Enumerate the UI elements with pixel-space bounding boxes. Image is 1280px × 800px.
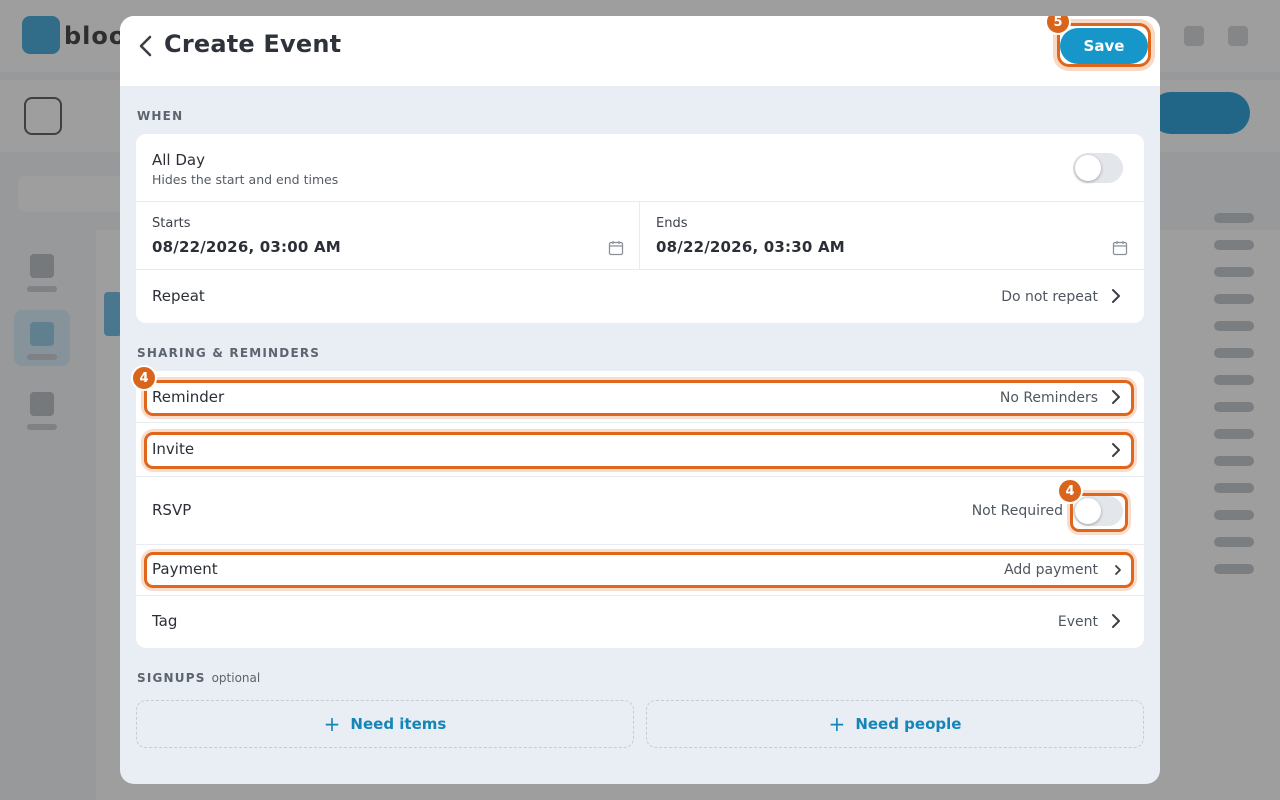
rsvp-value: Not Required — [971, 503, 1063, 519]
ends-field[interactable]: Ends 08/22/2026, 03:30 AM — [640, 202, 1144, 270]
back-button[interactable] — [132, 32, 160, 60]
ends-value: 08/22/2026, 03:30 AM — [656, 238, 845, 256]
when-card: All Day Hides the start and end times St… — [136, 134, 1144, 323]
save-button[interactable]: Save — [1060, 28, 1148, 64]
rsvp-row: RSVP Not Required — [136, 477, 1144, 545]
payment-row[interactable]: Payment Add payment — [136, 545, 1144, 596]
need-people-label: Need people — [855, 715, 962, 733]
calendar-icon[interactable] — [608, 240, 624, 256]
date-range-row: Starts 08/22/2026, 03:00 AM Ends 08/22/2… — [136, 202, 1144, 270]
all-day-label: All Day — [152, 151, 205, 169]
modal-title: Create Event — [164, 30, 342, 58]
starts-field[interactable]: Starts 08/22/2026, 03:00 AM — [136, 202, 640, 270]
starts-label: Starts — [152, 216, 191, 231]
step-badge: 4 — [131, 365, 157, 391]
signups-label: SIGNUPS — [137, 671, 206, 685]
starts-value: 08/22/2026, 03:00 AM — [152, 238, 341, 256]
all-day-toggle[interactable] — [1073, 153, 1123, 183]
reminder-label: Reminder — [152, 388, 225, 406]
tag-label: Tag — [152, 612, 178, 630]
payment-value: Add payment — [1004, 562, 1098, 578]
invite-row[interactable]: Invite — [136, 423, 1144, 477]
section-label-sharing: SHARING & REMINDERS — [137, 346, 321, 360]
repeat-row[interactable]: Repeat Do not repeat — [136, 270, 1144, 323]
modal-header: Create Event Save 5 — [120, 16, 1160, 86]
repeat-label: Repeat — [152, 287, 205, 305]
chevron-right-icon — [1109, 440, 1123, 460]
all-day-sublabel: Hides the start and end times — [152, 172, 339, 187]
chevron-right-icon — [1109, 611, 1123, 631]
calendar-icon[interactable] — [1112, 240, 1128, 256]
chevron-right-icon — [1111, 560, 1125, 580]
need-people-button[interactable]: + Need people — [646, 700, 1144, 748]
ends-label: Ends — [656, 216, 688, 231]
need-items-label: Need items — [350, 715, 447, 733]
plus-icon: + — [323, 712, 341, 736]
rsvp-label: RSVP — [152, 501, 192, 519]
reminder-row[interactable]: Reminder No Reminders — [136, 371, 1144, 423]
payment-label: Payment — [152, 560, 218, 578]
rsvp-toggle[interactable] — [1073, 496, 1123, 526]
chevron-right-icon — [1109, 387, 1123, 407]
create-event-modal: Create Event Save 5 WHEN All Day Hides t… — [120, 16, 1160, 784]
invite-label: Invite — [152, 440, 195, 458]
need-items-button[interactable]: + Need items — [136, 700, 634, 748]
section-label-when: WHEN — [137, 109, 184, 123]
reminder-value: No Reminders — [999, 390, 1098, 406]
chevron-left-icon — [139, 35, 152, 57]
repeat-value: Do not repeat — [1001, 289, 1098, 305]
signups-optional-label: optional — [211, 671, 261, 685]
sharing-card: Reminder No Reminders Invite RSVP Not Re… — [136, 371, 1144, 648]
chevron-right-icon — [1109, 286, 1123, 306]
step-badge: 4 — [1057, 478, 1083, 504]
plus-icon: + — [828, 712, 846, 736]
section-label-signups: SIGNUPS optional — [137, 671, 260, 685]
tag-row[interactable]: Tag Event — [136, 596, 1144, 648]
all-day-row[interactable]: All Day Hides the start and end times — [136, 134, 1144, 202]
tag-value: Event — [1057, 614, 1098, 630]
